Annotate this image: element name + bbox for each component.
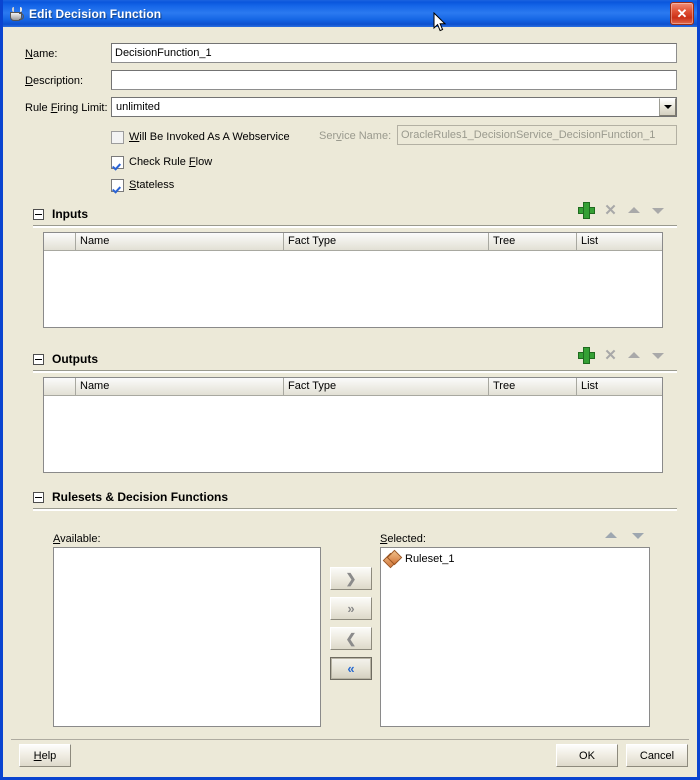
description-input[interactable] (111, 70, 677, 90)
section-divider (33, 225, 677, 228)
footer-divider (11, 739, 689, 740)
stateless-label: Stateless (129, 178, 175, 191)
column-header-list[interactable]: List (577, 378, 662, 396)
move-down-icon (631, 528, 646, 543)
checkbox-box (111, 130, 124, 144)
service-name-input: OracleRules1_DecisionService_DecisionFun… (397, 125, 677, 145)
outputs-table-body[interactable] (44, 396, 662, 472)
inputs-table-body[interactable] (44, 251, 662, 327)
move-up-icon (627, 348, 642, 363)
selected-label: Selected: (380, 533, 426, 545)
collapse-toggle-icon[interactable] (33, 491, 44, 503)
delete-icon: ✕ (604, 202, 617, 219)
collapse-toggle-icon[interactable] (33, 208, 44, 220)
column-header-fact-type[interactable]: Fact Type (284, 233, 489, 251)
column-header-select[interactable] (44, 233, 76, 251)
move-down-icon (651, 203, 666, 218)
inputs-table-header: Name Fact Type Tree List (44, 233, 662, 251)
chevron-down-icon[interactable] (659, 98, 676, 116)
column-header-tree[interactable]: Tree (489, 378, 577, 396)
rule-firing-limit-value: unlimited (116, 101, 161, 113)
description-label: Description: (25, 75, 84, 87)
stateless-checkbox[interactable]: Stateless (111, 176, 174, 194)
description-label-row: Description: (25, 71, 83, 91)
rule-firing-limit-combo[interactable]: unlimited (111, 97, 677, 117)
collapse-toggle-icon[interactable] (33, 353, 44, 365)
outputs-toolbar: ✕ (579, 348, 666, 363)
move-up-icon (627, 203, 642, 218)
list-item[interactable]: Ruleset_1 (381, 549, 649, 568)
column-header-select[interactable] (44, 378, 76, 396)
delete-icon: ✕ (604, 347, 617, 364)
webservice-checkbox-label: Will Be Invoked As A Webservice (129, 130, 290, 143)
rule-firing-limit-label: Rule Firing Limit: (25, 102, 108, 114)
service-name-label: Service Name: (319, 130, 392, 142)
ruleset-icon (382, 549, 403, 568)
outputs-table[interactable]: Name Fact Type Tree List (43, 377, 663, 473)
help-button-label: Help (33, 749, 57, 762)
java-coffee-cup-icon (8, 6, 24, 22)
outputs-table-header: Name Fact Type Tree List (44, 378, 662, 396)
move-all-left-button[interactable]: « (330, 657, 372, 680)
close-icon[interactable]: ✕ (670, 2, 694, 25)
add-icon[interactable] (579, 348, 594, 363)
column-header-tree[interactable]: Tree (489, 233, 577, 251)
name-label-row: Name: (25, 44, 57, 64)
checkbox-box (111, 178, 124, 192)
move-left-icon: ❮ (345, 631, 357, 646)
column-header-name[interactable]: Name (76, 378, 284, 396)
dialog-window: Edit Decision Function ✕ Name: DecisionF… (0, 0, 700, 780)
section-divider (33, 508, 677, 511)
inputs-table[interactable]: Name Fact Type Tree List (43, 232, 663, 328)
inputs-section-title: Inputs (52, 207, 88, 221)
rulesets-section-header: Rulesets & Decision Functions (33, 489, 677, 505)
inputs-toolbar: ✕ (579, 203, 666, 218)
column-header-fact-type[interactable]: Fact Type (284, 378, 489, 396)
add-icon[interactable] (579, 203, 594, 218)
name-label: Name: (25, 48, 58, 60)
move-right-button: ❯ (330, 567, 372, 590)
selected-listbox[interactable]: Ruleset_1 (380, 547, 650, 727)
check-rule-flow-label: Check Rule Flow (129, 155, 213, 168)
checkbox-box (111, 155, 124, 169)
column-header-name[interactable]: Name (76, 233, 284, 251)
title-bar[interactable]: Edit Decision Function ✕ (3, 0, 697, 27)
rulesets-section: Rulesets & Decision Functions (33, 489, 677, 511)
selected-order-toolbar (604, 528, 646, 543)
move-down-icon (651, 348, 666, 363)
move-left-button: ❮ (330, 627, 372, 650)
rulesets-section-title: Rulesets & Decision Functions (52, 490, 229, 504)
dialog-body: Name: DecisionFunction_1 Description: Ru… (3, 27, 697, 777)
move-up-icon (604, 528, 619, 543)
column-header-list[interactable]: List (577, 233, 662, 251)
ok-button[interactable]: OK (556, 744, 618, 767)
section-divider (33, 370, 677, 373)
available-label: Available: (53, 533, 101, 545)
move-all-left-icon: « (347, 661, 355, 676)
webservice-checkbox[interactable]: Will Be Invoked As A Webservice (111, 128, 290, 146)
name-input[interactable]: DecisionFunction_1 (111, 43, 677, 63)
move-all-right-icon: » (347, 601, 355, 616)
move-all-right-button: » (330, 597, 372, 620)
service-name-label-row: Service Name: (319, 126, 391, 146)
rule-firing-limit-label-row: Rule Firing Limit: (25, 98, 108, 118)
outputs-section-title: Outputs (52, 352, 98, 366)
list-item-label: Ruleset_1 (405, 552, 455, 565)
check-rule-flow-checkbox[interactable]: Check Rule Flow (111, 153, 212, 171)
help-button[interactable]: Help (19, 744, 71, 767)
available-listbox[interactable] (53, 547, 321, 727)
move-right-icon: ❯ (345, 571, 357, 586)
cancel-button[interactable]: Cancel (626, 744, 688, 767)
window-title: Edit Decision Function (29, 6, 162, 21)
